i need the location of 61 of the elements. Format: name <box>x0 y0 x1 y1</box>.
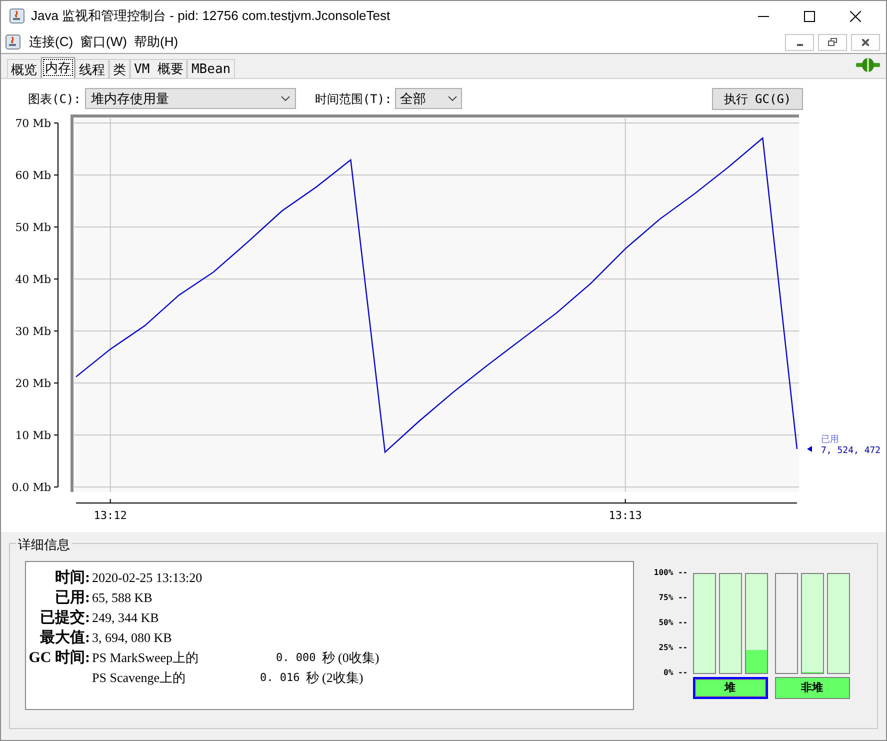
minimize-button[interactable] <box>785 34 814 50</box>
restore-button[interactable] <box>818 34 847 50</box>
axis-label: 20 Mb <box>15 377 51 390</box>
field-value: 2020-02-25 13:13:20 <box>92 569 202 588</box>
gc-count: 秒 (2收集) <box>306 669 364 688</box>
scale-label: 50% -- <box>658 618 688 628</box>
tab[interactable]: 概览 <box>7 59 41 78</box>
axis-label: 13:12 <box>94 509 127 522</box>
connection-plug-icon <box>856 58 880 72</box>
chart-label: 图表(C): <box>28 90 81 108</box>
menu-item[interactable]: 连接(C) <box>29 32 74 52</box>
tab[interactable]: VM 概要 <box>130 59 188 78</box>
field-label: 已用: <box>54 588 90 608</box>
gc-time: 0. 000 <box>276 650 316 666</box>
time-range-dropdown[interactable]: 全部 <box>394 88 462 109</box>
memory-pool-button[interactable]: 非堆 <box>774 677 850 699</box>
axis-label: 50 Mb <box>15 221 51 234</box>
restore-icon <box>828 38 837 46</box>
minimize-icon <box>796 44 802 46</box>
memory-pool-button[interactable]: 堆 <box>692 677 768 699</box>
scale-label: 25% -- <box>658 643 688 653</box>
gc-time: 0. 016 <box>260 670 300 686</box>
window-title: Java 监视和管理控制台 - pid: 12756 com.testjvm.JconsoleTest <box>31 7 390 26</box>
field-label: 时间: <box>54 568 90 588</box>
close-icon <box>850 10 860 22</box>
tab[interactable]: MBean <box>187 59 235 78</box>
chart-dropdown[interactable]: 堆内存使用量 <box>84 88 296 109</box>
scale-label: 100% -- <box>654 568 688 578</box>
tab[interactable]: 线程 <box>75 59 109 78</box>
axis-label: 30 Mb <box>15 325 51 338</box>
time-range-label: 时间范围(T): <box>314 90 392 108</box>
scale-label: 0% -- <box>664 668 688 678</box>
close-button[interactable] <box>851 34 880 50</box>
gc-count: 秒 (0收集) <box>322 649 380 668</box>
marker-arrow-icon <box>807 446 812 452</box>
field-label: GC 时间: <box>28 648 90 668</box>
axis-label: 0.0 Mb <box>12 481 51 494</box>
collector-name: PS MarkSweep上的 <box>92 649 200 668</box>
tab[interactable]: 内存 <box>41 57 75 78</box>
series-label: 已用 <box>821 434 839 444</box>
field-value: 249, 344 KB <box>92 609 159 628</box>
maximize-icon <box>804 10 814 22</box>
collector-name: PS Scavenge上的 <box>92 669 187 688</box>
tab[interactable]: 类 <box>109 59 130 78</box>
close-icon <box>862 38 869 46</box>
axis-label: 70 Mb <box>15 117 51 130</box>
field-label: 已提交: <box>39 608 90 628</box>
menu-item[interactable]: 帮助(H) <box>134 32 178 52</box>
field-label: 最大值: <box>39 628 90 648</box>
field-value: 65, 588 KB <box>92 589 152 608</box>
menu-item[interactable]: 窗口(W) <box>80 32 127 52</box>
java-cup-icon <box>9 8 25 24</box>
field-value: 3, 694, 080 KB <box>92 629 172 648</box>
series-value: 7, 524, 472 <box>821 446 881 456</box>
axis-label: 60 Mb <box>15 169 51 182</box>
axis-label: 10 Mb <box>15 429 51 442</box>
perform-gc-button[interactable]: 执行 GC(G) <box>712 88 803 110</box>
axis-label: 13:13 <box>608 509 642 522</box>
scale-label: 75% -- <box>658 593 688 603</box>
java-cup-icon <box>5 34 21 50</box>
axis-label: 40 Mb <box>15 273 51 286</box>
